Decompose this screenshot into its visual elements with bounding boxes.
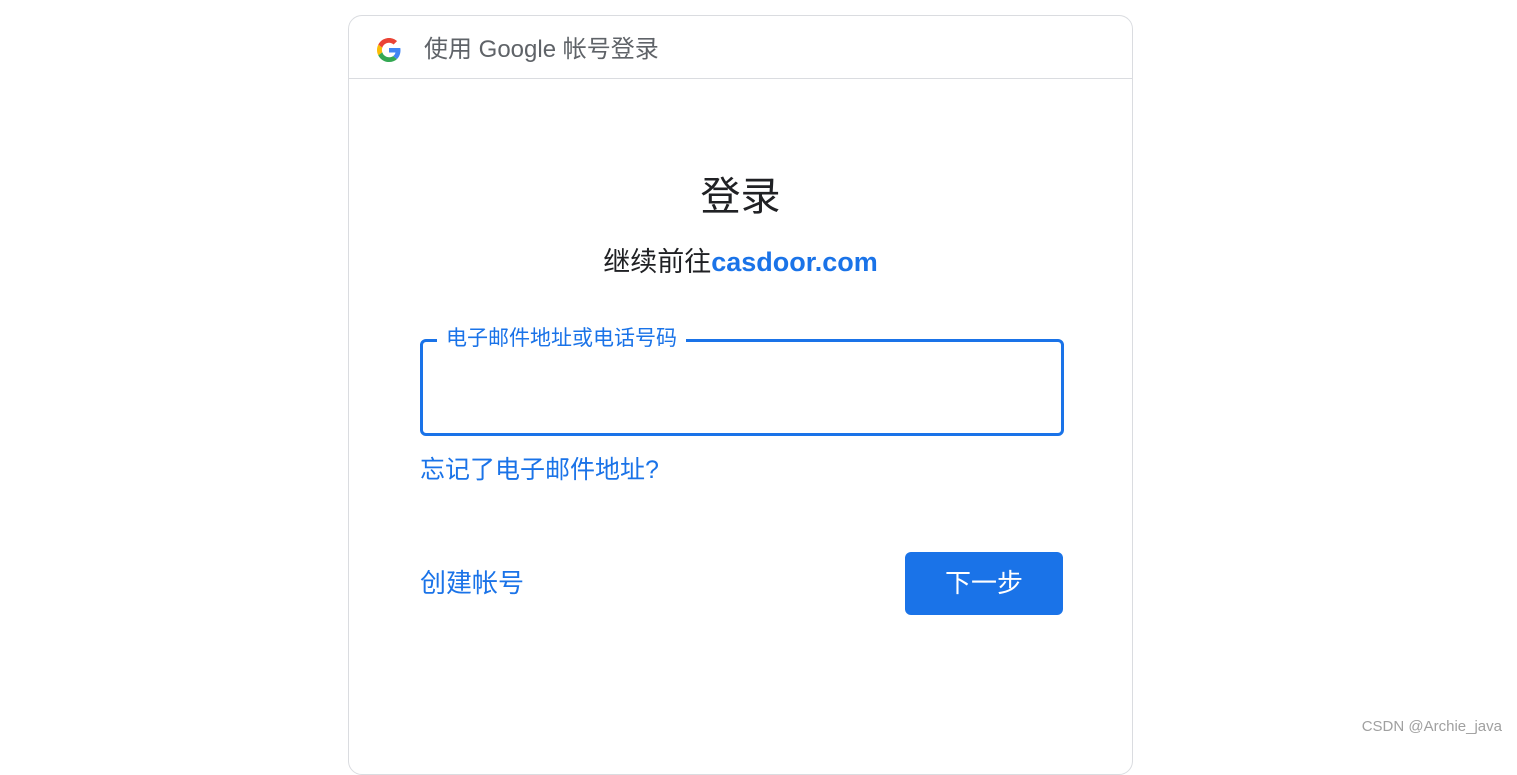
next-button[interactable]: 下一步	[905, 552, 1063, 615]
continue-to-prefix: 继续前往	[603, 247, 711, 277]
site-link[interactable]: casdoor.com	[711, 247, 878, 277]
forgot-email-link[interactable]: 忘记了电子邮件地址?	[420, 454, 659, 486]
email-input[interactable]	[443, 368, 1037, 406]
continue-to-text: 继续前往casdoor.com	[349, 245, 1132, 279]
card-header: 使用 Google 帐号登录	[349, 16, 1132, 79]
email-field-label: 电子邮件地址或电话号码	[437, 326, 686, 352]
google-g-icon	[377, 38, 401, 62]
page-title: 登录	[349, 171, 1132, 223]
sign-in-card: 使用 Google 帐号登录 登录 继续前往casdoor.com 电子邮件地址…	[348, 15, 1133, 775]
watermark: CSDN @Archie_java	[1362, 718, 1502, 736]
email-field[interactable]: 电子邮件地址或电话号码	[420, 339, 1064, 436]
create-account-link[interactable]: 创建帐号	[420, 567, 524, 599]
header-title: 使用 Google 帐号登录	[424, 35, 659, 65]
